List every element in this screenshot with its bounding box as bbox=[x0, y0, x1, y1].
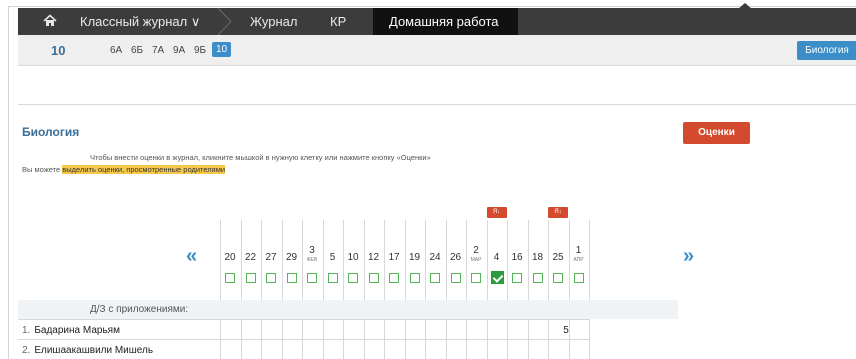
date-label[interactable]: 29 bbox=[282, 252, 302, 263]
date-label[interactable]: 20 bbox=[220, 252, 240, 263]
hint-text-parents: Вы можете выделить оценки, просмотренные… bbox=[22, 165, 226, 174]
date-label[interactable]: 10 bbox=[343, 252, 363, 263]
top-navigation: Классный журнал ∨ Журнал КР Домашняя раб… bbox=[18, 8, 856, 35]
subject-button[interactable]: Биология bbox=[797, 41, 856, 60]
date-day: 19 bbox=[408, 252, 421, 263]
date-label[interactable]: 26 bbox=[446, 252, 466, 263]
lesson-checkbox[interactable] bbox=[266, 273, 276, 283]
date-day: 1 bbox=[575, 245, 582, 256]
date-day: 12 bbox=[367, 252, 380, 263]
grid-line bbox=[18, 339, 589, 340]
hint-text: Чтобы внести оценки в журнал, кликните м… bbox=[90, 153, 431, 162]
chevron-down-icon: ∨ bbox=[190, 14, 201, 29]
date-label[interactable]: 2 МАР bbox=[466, 245, 486, 264]
homework-row-label: Д/З с приложениями: bbox=[90, 304, 189, 315]
date-label[interactable]: 5 bbox=[323, 252, 343, 263]
date-day: 24 bbox=[429, 252, 441, 263]
date-label[interactable]: 19 bbox=[405, 252, 425, 263]
date-day: 29 bbox=[285, 252, 298, 263]
class-9a[interactable]: 9А bbox=[173, 45, 185, 56]
class-6a[interactable]: 6А bbox=[110, 45, 122, 56]
current-class: 10 bbox=[51, 43, 66, 58]
date-day: 17 bbox=[388, 252, 400, 263]
grade-cell[interactable]: 5 bbox=[556, 325, 576, 336]
divider bbox=[18, 104, 856, 105]
class-6b[interactable]: 6Б bbox=[131, 45, 143, 56]
page-title: Биология bbox=[22, 125, 80, 139]
date-day: 26 bbox=[449, 252, 462, 263]
caret-up-icon bbox=[738, 3, 752, 9]
date-label[interactable]: 4 bbox=[487, 252, 507, 263]
lesson-checkbox[interactable] bbox=[430, 273, 440, 283]
date-label[interactable]: 24 bbox=[425, 252, 445, 263]
marks-button[interactable]: Оценки bbox=[683, 122, 750, 144]
lesson-checkbox[interactable] bbox=[307, 273, 317, 283]
lesson-checkbox[interactable] bbox=[553, 273, 563, 283]
class-9b[interactable]: 9Б bbox=[194, 45, 206, 56]
lesson-checkbox[interactable] bbox=[409, 273, 420, 283]
nav-homework-active[interactable]: Домашняя работа bbox=[373, 8, 518, 35]
lesson-checkbox[interactable] bbox=[512, 273, 522, 283]
date-label[interactable]: 18 bbox=[528, 252, 548, 263]
chevron-double-left-icon[interactable]: « bbox=[186, 245, 197, 268]
date-month: АПР bbox=[573, 257, 584, 263]
highlight-parent-viewed-link[interactable]: выделить оценки, просмотренные родителям… bbox=[62, 165, 226, 174]
grid-line bbox=[18, 319, 589, 320]
yandex-tag-badge[interactable]: Я↓ bbox=[486, 207, 507, 218]
lesson-checkbox[interactable] bbox=[327, 273, 338, 283]
date-day: 20 bbox=[224, 252, 236, 263]
lesson-checkbox[interactable] bbox=[348, 273, 358, 283]
date-day: 18 bbox=[531, 252, 544, 263]
class-selector-bar: 10 6А 6Б 7А 9А 9Б 10 Биология bbox=[18, 35, 856, 66]
date-label[interactable]: 16 bbox=[507, 252, 527, 263]
lesson-checkbox[interactable] bbox=[389, 273, 399, 283]
date-label[interactable]: 3 ФЕВ bbox=[302, 245, 322, 264]
date-day: 22 bbox=[244, 252, 257, 263]
lesson-checkbox-checked[interactable] bbox=[490, 271, 504, 284]
date-day: 10 bbox=[347, 252, 359, 263]
date-day: 25 bbox=[552, 252, 564, 263]
date-label[interactable]: 25 bbox=[548, 252, 568, 263]
lesson-checkbox[interactable] bbox=[286, 273, 297, 283]
date-month: ФЕВ bbox=[306, 257, 318, 263]
date-day: 16 bbox=[511, 252, 523, 263]
yandex-tag-badge[interactable]: Я↓ bbox=[548, 207, 568, 218]
student-row[interactable]: 1. Бадарина Марьям bbox=[22, 325, 120, 336]
home-icon[interactable] bbox=[42, 13, 58, 29]
date-day: 3 bbox=[309, 245, 315, 256]
date-day: 4 bbox=[493, 252, 500, 263]
date-day: 5 bbox=[329, 252, 336, 263]
lesson-checkbox[interactable] bbox=[225, 273, 235, 283]
breadcrumb-separator bbox=[218, 8, 232, 35]
date-day: 27 bbox=[265, 252, 277, 263]
class-10-selected[interactable]: 10 bbox=[212, 42, 232, 57]
lesson-checkbox[interactable] bbox=[450, 273, 461, 283]
nav-journal[interactable]: Журнал bbox=[250, 14, 297, 29]
date-label[interactable]: 27 bbox=[261, 252, 281, 263]
date-label[interactable]: 17 bbox=[384, 252, 404, 263]
nav-class-journal[interactable]: Классный журнал ∨ bbox=[80, 14, 200, 30]
nav-kr[interactable]: КР bbox=[330, 14, 346, 29]
date-month: МАР bbox=[470, 257, 482, 263]
lesson-checkbox[interactable] bbox=[471, 273, 481, 283]
grid-line bbox=[589, 220, 590, 359]
chevron-double-right-icon[interactable]: » bbox=[683, 245, 694, 268]
lesson-checkbox[interactable] bbox=[532, 273, 543, 283]
date-label[interactable]: 12 bbox=[364, 252, 384, 263]
date-label[interactable]: 1 АПР bbox=[569, 245, 589, 264]
lesson-checkbox[interactable] bbox=[368, 273, 379, 283]
date-day: 2 bbox=[473, 245, 479, 256]
date-label[interactable]: 22 bbox=[241, 252, 261, 263]
lesson-checkbox[interactable] bbox=[573, 273, 584, 283]
student-row[interactable]: 2. Елишаакашвили Мишель bbox=[22, 345, 153, 356]
lesson-checkbox[interactable] bbox=[245, 273, 256, 283]
class-7a[interactable]: 7А bbox=[152, 45, 164, 56]
